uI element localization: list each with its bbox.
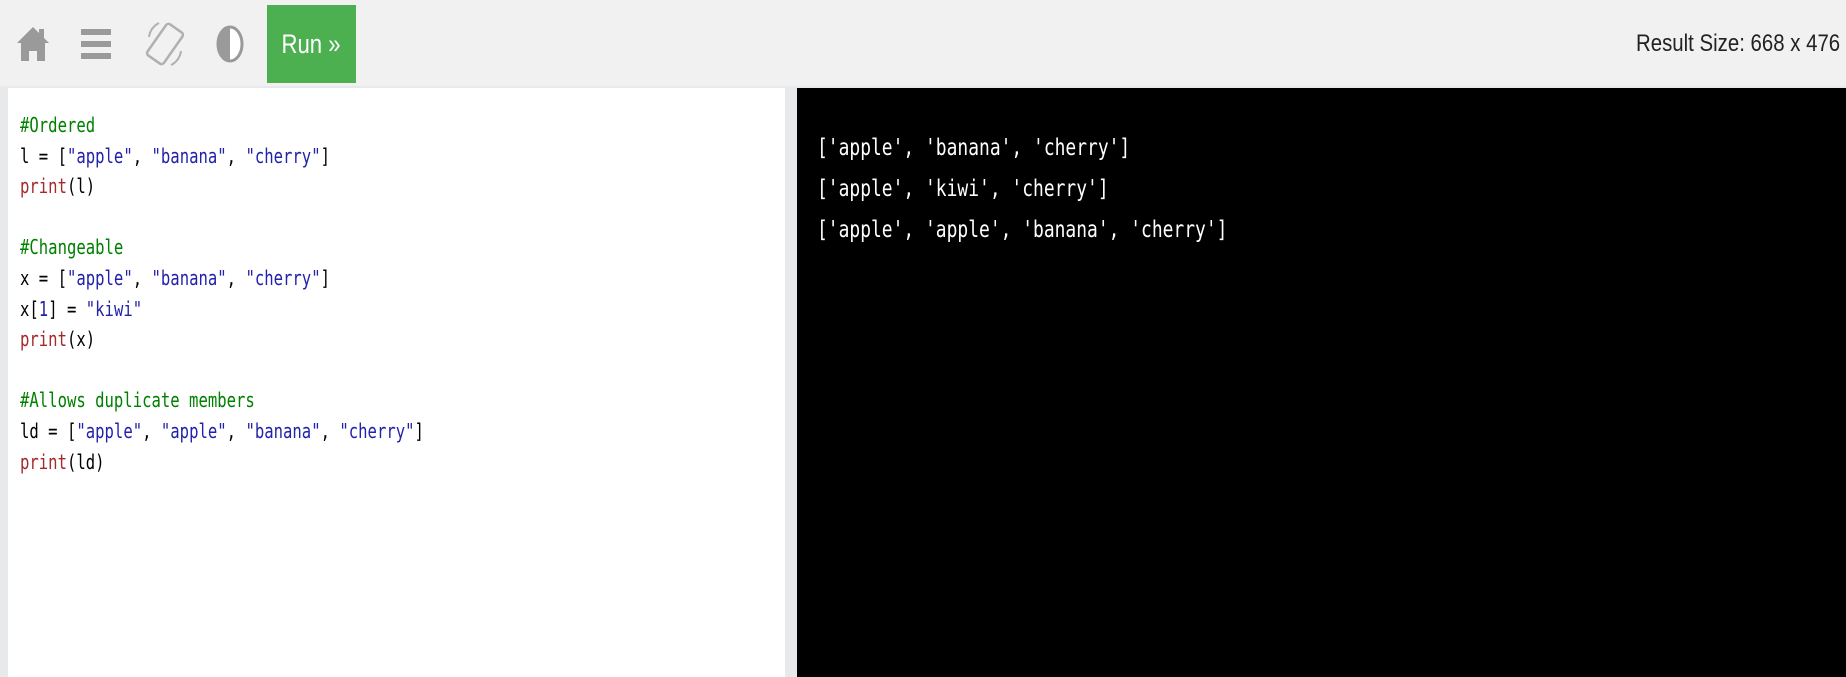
code-token: l = [: [20, 143, 67, 168]
code-token: "banana": [151, 265, 227, 290]
panel-splitter[interactable]: [785, 88, 797, 677]
code-token: ] =: [48, 296, 86, 321]
home-button[interactable]: [8, 5, 58, 83]
code-token: "cherry": [245, 143, 321, 168]
code-token: "kiwi": [85, 296, 143, 321]
contrast-icon: [216, 25, 244, 63]
menu-icon: [81, 29, 111, 59]
result-output-panel: ['apple', 'banana', 'cherry'] ['apple', '…: [797, 88, 1846, 677]
code-token: print: [20, 174, 67, 199]
code-token: ,: [226, 418, 246, 443]
code-token: "banana": [151, 143, 227, 168]
code-token: "apple": [66, 143, 133, 168]
code-token: print: [20, 449, 67, 474]
code-token: "cherry": [245, 265, 321, 290]
toolbar: Run » Result Size: 668 x 476: [0, 0, 1846, 86]
code-line: #Ordered: [20, 110, 424, 141]
code-line: x = ["apple", "banana", "cherry"]: [20, 263, 424, 294]
code-token: #Allows duplicate members: [20, 388, 255, 413]
code-token: "apple": [160, 418, 227, 443]
code-token: #Changeable: [20, 235, 124, 260]
code-token: x[: [20, 296, 39, 321]
code-token: (l): [66, 174, 96, 199]
output-line: ['apple', 'kiwi', 'cherry']: [817, 176, 1109, 202]
code-line: ld = ["apple", "apple", "banana", "cherr…: [20, 416, 424, 447]
code-line: #Allows duplicate members: [20, 385, 424, 416]
code-token: x = [: [20, 265, 67, 290]
output-line: ['apple', 'banana', 'cherry']: [817, 135, 1131, 161]
code-token: ]: [320, 265, 330, 290]
code-token: "apple": [66, 265, 133, 290]
code-line: l = ["apple", "banana", "cherry"]: [20, 141, 424, 172]
menu-button[interactable]: [70, 5, 122, 83]
code-token: ,: [226, 265, 246, 290]
output-text: ['apple', 'banana', 'cherry'] ['apple', '…: [817, 128, 1343, 251]
output-line: ['apple', 'apple', 'banana', 'cherry']: [817, 217, 1228, 243]
result-size-indicator: Result Size: 668 x 476: [1600, 24, 1840, 64]
run-button-label: Run »: [281, 28, 342, 59]
code-token: ,: [320, 418, 340, 443]
code-token: "apple": [76, 418, 143, 443]
code-token: print: [20, 327, 67, 352]
code-token: (ld): [66, 449, 105, 474]
code-token: 1: [38, 296, 49, 321]
rotate-button[interactable]: [140, 5, 190, 83]
code-token: ld = [: [20, 418, 77, 443]
rotate-icon: [145, 22, 185, 66]
run-button[interactable]: Run »: [267, 5, 356, 83]
code-line: print(x): [20, 324, 424, 355]
code-line: print(ld): [20, 447, 424, 478]
result-size-text: Result Size: 668 x 476: [1635, 30, 1840, 57]
home-icon: [17, 27, 49, 61]
code-token: "cherry": [339, 418, 415, 443]
code-line: print(l): [20, 171, 424, 202]
code-content[interactable]: #Ordered l = ["apple", "banana", "cherry"…: [20, 110, 538, 477]
code-token: ]: [414, 418, 424, 443]
code-token: "banana": [245, 418, 321, 443]
code-token: ,: [132, 265, 152, 290]
code-line: x[1] = "kiwi": [20, 294, 424, 325]
code-token: #Ordered: [20, 113, 96, 137]
code-token: ,: [132, 143, 152, 168]
code-token: ,: [226, 143, 246, 168]
code-token: ,: [142, 418, 161, 443]
theme-toggle-button[interactable]: [205, 5, 255, 83]
code-token: ]: [320, 143, 330, 168]
code-token: (x): [66, 327, 96, 352]
code-editor[interactable]: #Ordered l = ["apple", "banana", "cherry"…: [8, 88, 785, 677]
code-line: #Changeable: [20, 232, 424, 263]
